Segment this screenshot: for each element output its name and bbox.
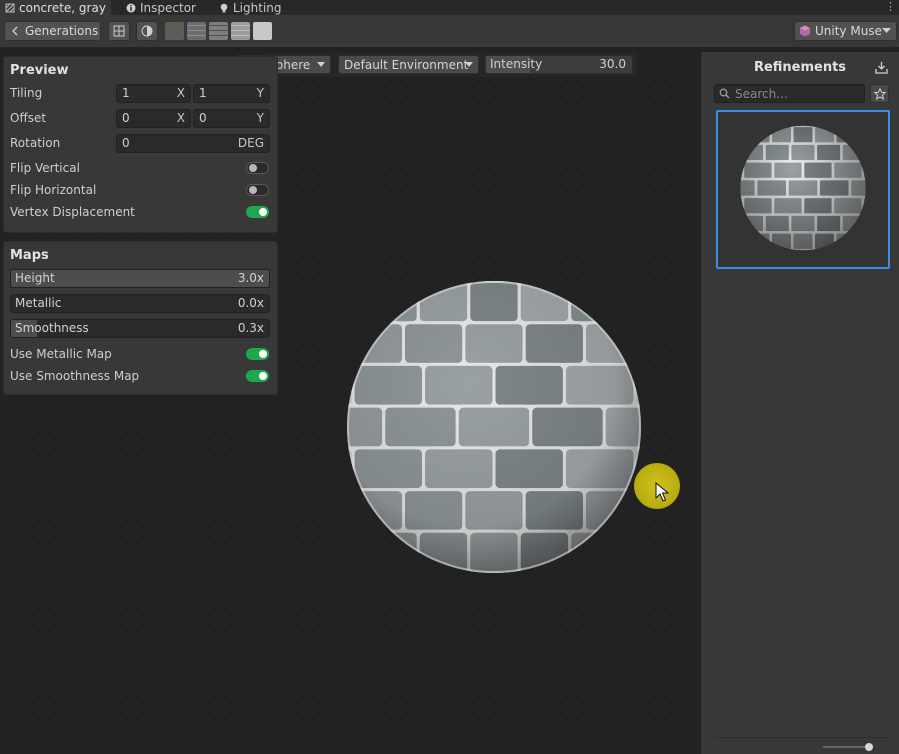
intensity-value: 30.0: [599, 57, 626, 71]
mouse-cursor-icon: [655, 482, 669, 502]
refinement-thumbnail-selected[interactable]: [716, 110, 890, 269]
metallic-value: 0.0x: [237, 296, 264, 310]
rotation-unit: DEG: [237, 136, 264, 150]
tiling-y-unit: Y: [256, 86, 264, 100]
map-thumbnail-smoothness[interactable]: [253, 22, 272, 40]
download-icon[interactable]: [875, 61, 888, 74]
smoothness-value: 0.3x: [237, 321, 264, 335]
caret-down-icon: [317, 62, 325, 67]
use-smoothness-map-label: Use Smoothness Map: [10, 369, 140, 383]
offset-x-field[interactable]: 0 X: [116, 109, 191, 128]
height-value: 3.0x: [237, 271, 264, 285]
tab-label: Lighting: [233, 0, 282, 15]
map-thumbnail-normal[interactable]: [187, 22, 206, 40]
offset-y-unit: Y: [256, 111, 264, 125]
star-icon: [873, 87, 886, 100]
height-slider[interactable]: Height 3.0x: [10, 269, 270, 288]
preview-settings-panel: Preview Tiling 1 X 1 Y Offset 0 X 0 Y Ro…: [3, 56, 278, 233]
more-options-icon[interactable]: ⋮: [885, 0, 896, 15]
intensity-slider[interactable]: Intensity 30.0: [485, 55, 633, 74]
tiling-x-value: 1: [122, 86, 130, 100]
refinements-title: Refinements: [753, 60, 847, 75]
metallic-slider[interactable]: Metallic 0.0x: [10, 294, 270, 313]
tiling-y-field[interactable]: 1 Y: [193, 84, 270, 103]
editor-tab-bar: concrete, gray Inspector Lighting ⋮: [0, 0, 899, 15]
tiling-y-value: 1: [199, 86, 207, 100]
map-thumbnail-height[interactable]: [209, 22, 228, 40]
smoothness-slider[interactable]: Smoothness 0.3x: [10, 319, 270, 338]
intensity-label: Intensity: [490, 57, 543, 71]
rotation-label: Rotation: [10, 136, 61, 150]
tab-lighting[interactable]: Lighting: [214, 0, 287, 15]
map-thumbnail-metallic[interactable]: [231, 22, 250, 40]
use-metallic-map-label: Use Metallic Map: [10, 347, 112, 361]
lightbulb-icon: [219, 3, 229, 13]
search-icon: [719, 88, 730, 99]
sphere-preview-icon: [141, 25, 153, 37]
maps-title: Maps: [10, 248, 49, 263]
vertex-displacement-toggle[interactable]: [246, 206, 269, 218]
material-icon: [5, 3, 15, 13]
thumbnail-size-slider-handle[interactable]: [865, 743, 873, 751]
tab-material[interactable]: concrete, gray: [0, 0, 111, 15]
use-smoothness-map-toggle[interactable]: [246, 370, 269, 382]
grid-view-button[interactable]: [108, 21, 130, 41]
metallic-label: Metallic: [15, 296, 62, 310]
generations-back-button[interactable]: Generations: [4, 21, 101, 41]
map-thumbnail-albedo[interactable]: [165, 22, 184, 40]
generations-label: Generations: [25, 24, 99, 38]
height-label: Height: [15, 271, 55, 285]
environment-dropdown[interactable]: Default Environment: [338, 55, 479, 74]
caret-down-icon: [465, 62, 473, 67]
account-label: Unity Muse: [815, 24, 882, 38]
rotation-field[interactable]: 0 DEG: [116, 134, 270, 153]
unity-muse-account-dropdown[interactable]: Unity Muse: [794, 21, 897, 41]
search-input[interactable]: [735, 86, 863, 101]
offset-x-unit: X: [176, 111, 185, 125]
refinements-panel: Refinements: [700, 52, 899, 754]
caret-down-icon: [882, 28, 891, 33]
rotation-value: 0: [122, 136, 130, 150]
offset-y-field[interactable]: 0 Y: [193, 109, 270, 128]
grid-icon: [113, 25, 125, 37]
tiling-label: Tiling: [10, 86, 43, 100]
tiling-x-unit: X: [176, 86, 185, 100]
footer-divider: [715, 737, 890, 738]
flip-horizontal-label: Flip Horizontal: [10, 183, 97, 197]
viewport-options-bar: Sphere Default Environment Intensity 30.…: [235, 52, 637, 77]
offset-label: Offset: [10, 111, 47, 125]
offset-y-value: 0: [199, 111, 207, 125]
preview-title: Preview: [10, 63, 69, 78]
tab-label: concrete, gray: [19, 0, 106, 15]
material-preview-button[interactable]: [136, 21, 158, 41]
chevron-left-icon: [12, 26, 18, 36]
offset-x-value: 0: [122, 111, 130, 125]
maps-settings-panel: Maps Height 3.0x Metallic 0.0x Smoothnes…: [3, 241, 278, 395]
main-toolbar: Generations Unity Muse: [0, 15, 899, 48]
thumbnail-size-slider[interactable]: [823, 746, 871, 748]
tab-inspector[interactable]: Inspector: [121, 0, 201, 15]
flip-vertical-label: Flip Vertical: [10, 161, 80, 175]
flip-horizontal-toggle[interactable]: [246, 184, 269, 196]
flip-vertical-toggle[interactable]: [246, 162, 269, 174]
muse-logo-icon: [800, 25, 810, 37]
vertex-displacement-label: Vertex Displacement: [10, 205, 135, 219]
tiling-x-field[interactable]: 1 X: [116, 84, 191, 103]
use-metallic-map-toggle[interactable]: [246, 348, 269, 360]
environment-label: Default Environment: [344, 57, 469, 72]
refinements-search: [714, 84, 865, 103]
refinement-sphere-preview: [740, 125, 866, 251]
material-preview-sphere: [347, 281, 641, 573]
tab-label: Inspector: [140, 0, 196, 15]
info-icon: [126, 3, 136, 13]
favorites-filter-button[interactable]: [870, 84, 889, 103]
smoothness-label: Smoothness: [15, 321, 89, 335]
